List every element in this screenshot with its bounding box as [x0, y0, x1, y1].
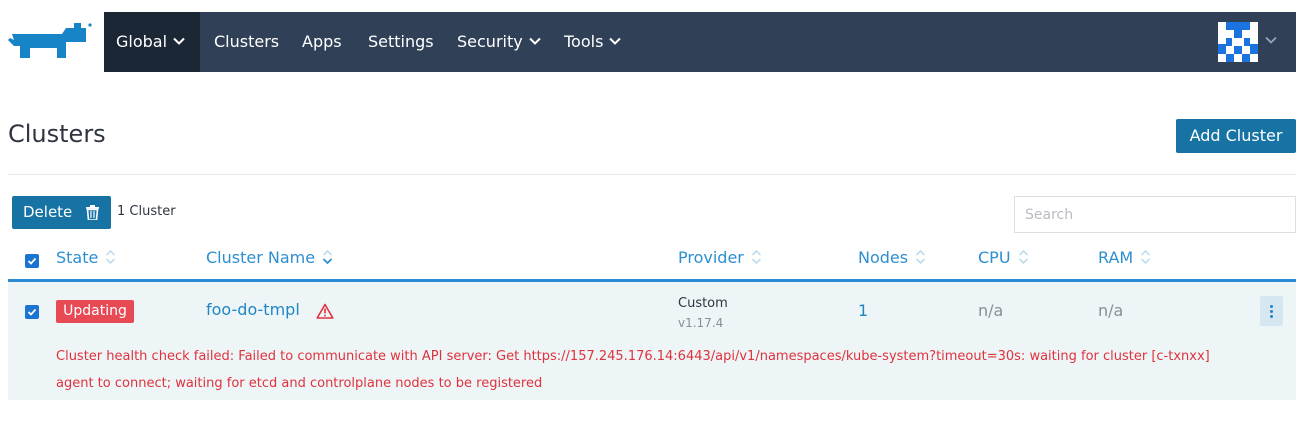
cluster-error-message: Cluster health check failed: Failed to c…	[56, 349, 1210, 391]
column-header-cpu[interactable]: CPU	[978, 248, 1029, 267]
chevron-down-icon	[528, 37, 541, 45]
add-cluster-button[interactable]: Add Cluster	[1176, 119, 1296, 153]
column-header-cluster-name[interactable]: Cluster Name	[206, 248, 333, 267]
warning-icon	[316, 303, 334, 319]
page-title: Clusters	[8, 120, 106, 148]
sort-icon	[751, 249, 761, 265]
chevron-down-icon	[173, 37, 185, 45]
kebab-menu-icon[interactable]	[1260, 296, 1283, 326]
column-header-provider[interactable]: Provider	[678, 248, 762, 267]
nav-tools[interactable]: Tools	[564, 12, 622, 72]
chevron-down-icon[interactable]	[1265, 36, 1277, 44]
delete-button[interactable]: Delete	[12, 196, 111, 229]
status-badge: Updating	[56, 300, 134, 323]
cluster-name-link[interactable]: foo-do-tmpl	[206, 300, 300, 319]
trash-icon	[86, 205, 99, 220]
sort-icon	[1141, 249, 1151, 265]
provider-name: Custom	[678, 296, 728, 311]
sort-icon	[1018, 249, 1028, 265]
rancher-logo[interactable]	[8, 18, 92, 62]
node-count-link[interactable]: 1	[858, 301, 868, 320]
global-menu[interactable]: Global	[104, 12, 200, 72]
nav-apps[interactable]: Apps	[302, 12, 342, 72]
checkbox-checked-icon	[27, 257, 37, 265]
ram-value: n/a	[1098, 301, 1124, 320]
sort-icon	[322, 249, 333, 265]
sort-icon	[106, 249, 116, 265]
chevron-down-icon	[609, 37, 622, 45]
nav-clusters[interactable]: Clusters	[214, 12, 279, 72]
select-all-checkbox[interactable]	[25, 254, 39, 268]
search-input[interactable]	[1014, 196, 1296, 233]
nav-security[interactable]: Security	[457, 12, 541, 72]
column-header-state[interactable]: State	[56, 248, 116, 267]
main-navbar: Global Clusters Apps Settings Security T…	[104, 12, 1296, 72]
delete-button-label: Delete	[23, 203, 73, 221]
sort-icon	[916, 249, 926, 265]
kubernetes-version: v1.17.4	[678, 316, 724, 330]
column-header-ram[interactable]: RAM	[1098, 248, 1151, 267]
row-checkbox[interactable]	[25, 305, 39, 319]
global-menu-label[interactable]: Global	[116, 12, 185, 72]
avatar-icon[interactable]	[1218, 22, 1258, 62]
column-header-nodes[interactable]: Nodes	[858, 248, 926, 267]
header-divider	[8, 174, 1296, 175]
cluster-count: 1 Cluster	[117, 204, 176, 219]
checkbox-checked-icon	[27, 308, 37, 316]
cpu-value: n/a	[978, 301, 1004, 320]
nav-settings[interactable]: Settings	[368, 12, 434, 72]
